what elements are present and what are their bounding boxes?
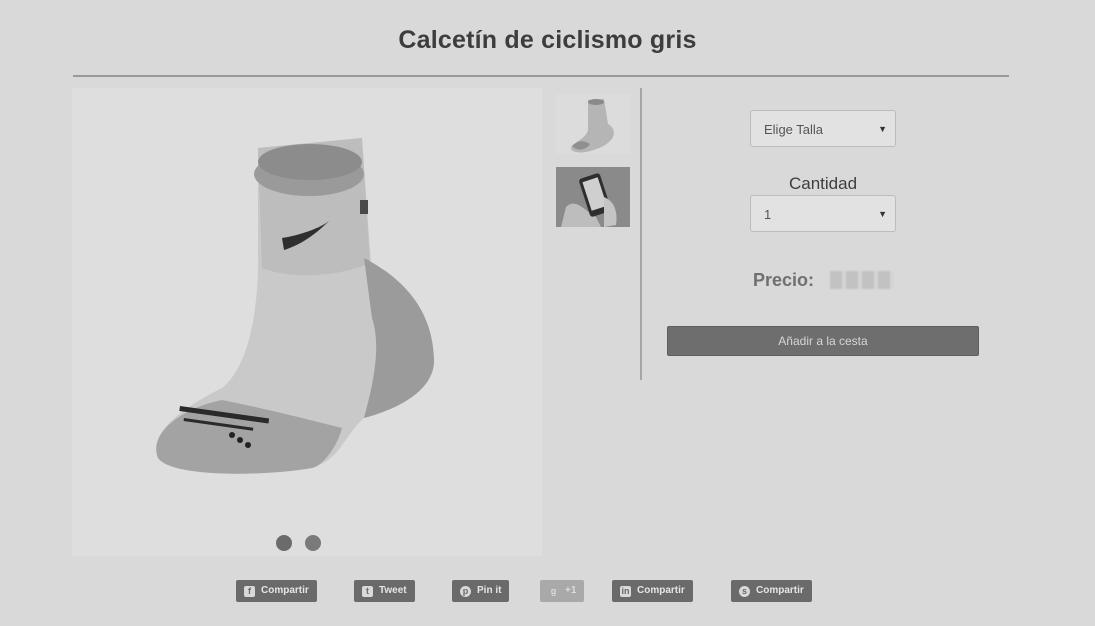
google-plus-icon: g <box>550 585 557 596</box>
carousel-dots <box>276 535 321 551</box>
sock-image <box>156 138 435 474</box>
quantity-label: Cantidad <box>788 174 858 193</box>
share-facebook-button[interactable]: f Compartir <box>236 580 317 602</box>
share-pinterest-button[interactable]: p Pin it <box>452 580 510 602</box>
carousel-dot-1[interactable] <box>276 535 292 551</box>
facebook-icon: f <box>244 585 255 597</box>
linkedin-icon: in <box>620 585 631 597</box>
thumbnail-phone[interactable] <box>556 167 630 227</box>
share-skype-label: Compartir <box>756 585 804 596</box>
thumbnail-sock[interactable] <box>556 94 630 154</box>
twitter-icon: t <box>362 585 373 597</box>
share-linkedin-button[interactable]: in Compartir <box>612 580 693 602</box>
sock-thumbnail-icon <box>570 99 614 153</box>
quantity-select-value: 1 <box>764 207 772 222</box>
carousel-dot-2[interactable] <box>305 535 321 551</box>
page-title: Calcetín de ciclismo gris <box>398 26 697 54</box>
phone-in-hand-icon <box>556 167 630 227</box>
share-skype-button[interactable]: s Compartir <box>731 580 812 602</box>
chevron-down-icon: ▼ <box>878 209 887 219</box>
product-page: Calcetín de ciclismo gris Elige Talla ▼ … <box>0 0 1095 626</box>
share-google-plus-label: +1 <box>565 585 577 596</box>
share-pinterest-label: Pin it <box>477 585 502 596</box>
skype-icon: s <box>739 585 750 597</box>
price-label: Precio: <box>753 270 815 290</box>
vertical-divider <box>640 88 642 380</box>
share-google-plus-button[interactable]: g +1 <box>540 580 585 602</box>
size-select-value: Elige Talla <box>764 122 824 137</box>
price-value-redacted <box>830 271 894 289</box>
add-to-cart-button[interactable]: Añadir a la cesta <box>667 326 979 356</box>
pinterest-icon: p <box>460 585 471 597</box>
title-divider <box>73 75 1009 77</box>
share-twitter-button[interactable]: t Tweet <box>354 580 415 602</box>
quantity-select[interactable]: 1 ▼ <box>750 195 896 232</box>
size-select[interactable]: Elige Talla ▼ <box>750 110 896 147</box>
share-twitter-label: Tweet <box>379 585 407 596</box>
share-facebook-label: Compartir <box>261 585 309 596</box>
share-linkedin-label: Compartir <box>637 585 685 596</box>
chevron-down-icon: ▼ <box>878 124 887 134</box>
product-main-image[interactable] <box>72 88 542 556</box>
